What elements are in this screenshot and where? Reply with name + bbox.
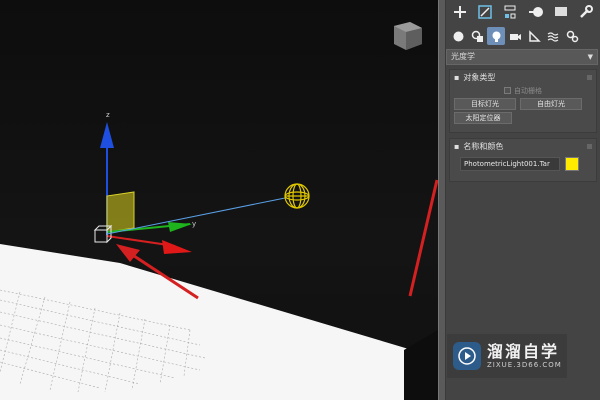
geometry-subtab[interactable] — [449, 27, 467, 45]
pin-icon — [587, 74, 592, 80]
command-panel-tabs — [446, 0, 600, 25]
space-warps-subtab[interactable] — [544, 27, 562, 45]
sphere-icon — [453, 31, 463, 41]
gears-icon — [566, 30, 578, 42]
play-logo-icon — [453, 342, 481, 370]
light-category-dropdown[interactable]: 光度学 ▼ — [446, 49, 598, 65]
shapes-icon — [471, 30, 483, 42]
object-type-rollout-header[interactable]: ▪ 对象类型 — [450, 70, 596, 84]
create-tab[interactable] — [448, 1, 471, 23]
object-color-swatch[interactable] — [565, 157, 579, 171]
collapse-icon: ▪ — [454, 72, 460, 82]
plus-icon — [453, 6, 466, 18]
lights-subtab[interactable] — [487, 27, 505, 45]
watermark-subtitle: ZIXUE.3D66.COM — [487, 361, 562, 369]
free-light-button[interactable]: 自由灯光 — [520, 98, 582, 110]
utilities-tab[interactable] — [575, 1, 598, 23]
light-gizmo[interactable]: z y — [93, 111, 286, 254]
chevron-down-icon: ▼ — [587, 53, 593, 61]
create-category-subtabs — [446, 25, 600, 47]
camera-icon — [509, 33, 521, 40]
name-color-title: 名称和颜色 — [463, 141, 504, 151]
watermark-title: 溜溜自学 — [487, 342, 560, 361]
ruler-icon — [528, 29, 541, 42]
light-target-sphere[interactable] — [284, 183, 310, 209]
name-color-rollout-header[interactable]: ▪ 名称和颜色 — [450, 139, 596, 153]
wrench-icon — [580, 5, 594, 18]
y-axis-label: y — [192, 220, 196, 228]
cameras-subtab[interactable] — [506, 27, 524, 45]
motion-tab[interactable] — [524, 1, 547, 23]
object-type-title: 对象类型 — [463, 72, 496, 82]
motion-icon — [528, 7, 543, 17]
sun-positioner-button[interactable]: 太阳定位器 — [454, 112, 512, 124]
shapes-subtab[interactable] — [468, 27, 486, 45]
pin-icon — [587, 143, 592, 149]
target-light-button[interactable]: 目标灯光 — [454, 98, 516, 110]
auto-grid-checkbox-row[interactable]: 自动栅格 — [450, 84, 596, 97]
annotation-arrow-panel — [408, 179, 438, 297]
helpers-subtab[interactable] — [525, 27, 543, 45]
viewcube[interactable] — [394, 22, 422, 50]
modify-tab[interactable] — [473, 1, 496, 23]
collapse-icon: ▪ — [454, 141, 460, 151]
object-type-rollout: ▪ 对象类型 自动栅格 目标灯光 自由灯光 太阳定位器 — [449, 69, 597, 133]
hierarchy-icon — [504, 5, 516, 19]
object-name-field[interactable]: PhotometricLight001.Tar — [460, 157, 560, 171]
panel-divider[interactable] — [438, 0, 446, 400]
auto-grid-checkbox[interactable] — [504, 87, 511, 94]
z-axis-label: z — [106, 111, 110, 119]
hierarchy-tab[interactable] — [499, 1, 522, 23]
display-icon — [554, 7, 567, 16]
modify-icon — [478, 5, 492, 19]
display-tab[interactable] — [549, 1, 572, 23]
viewport-scene: z y — [0, 22, 438, 400]
waves-icon — [547, 31, 558, 42]
light-icon — [492, 31, 500, 42]
name-color-rollout: ▪ 名称和颜色 PhotometricLight001.Tar — [449, 138, 597, 182]
light-category-value: 光度学 — [451, 52, 475, 61]
auto-grid-label: 自动栅格 — [514, 86, 542, 95]
watermark: 溜溜自学 ZIXUE.3D66.COM — [447, 334, 567, 378]
systems-subtab[interactable] — [563, 27, 581, 45]
perspective-viewport[interactable]: z y — [0, 0, 438, 400]
floor-plane[interactable] — [0, 244, 438, 400]
